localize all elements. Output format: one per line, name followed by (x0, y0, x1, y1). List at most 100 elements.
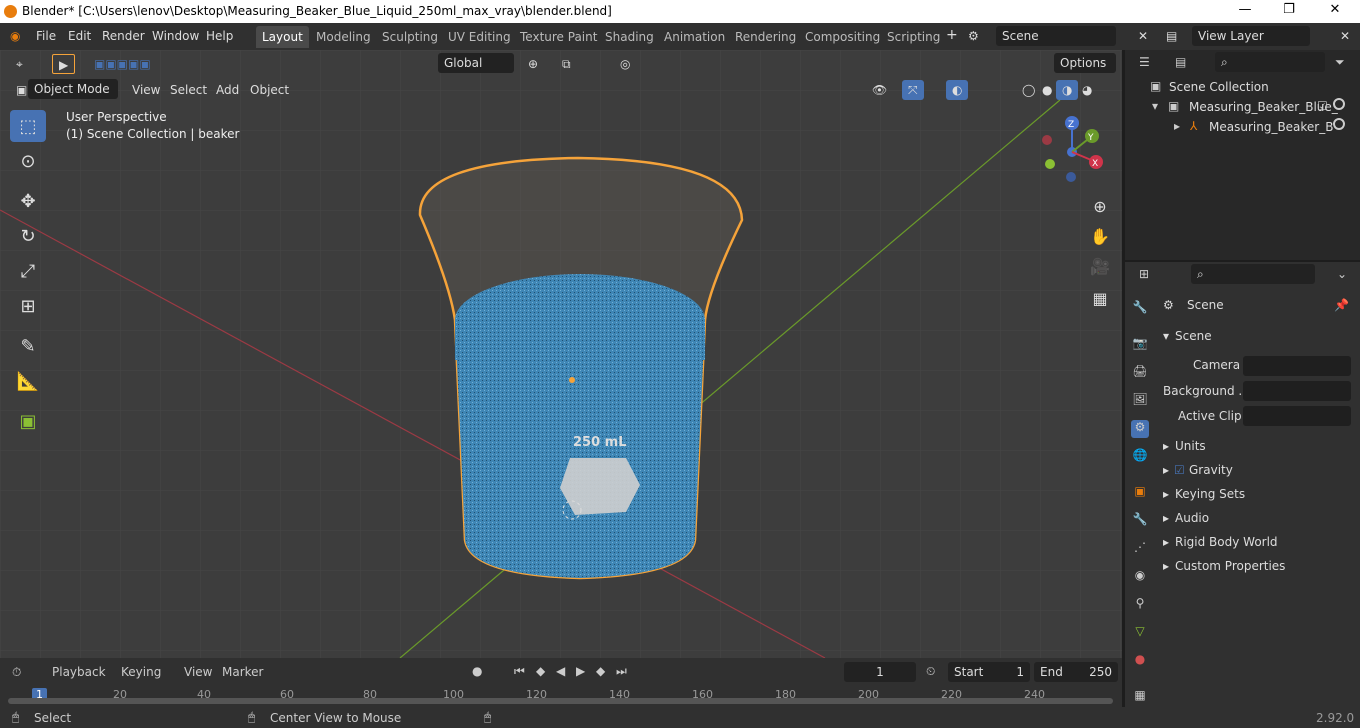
3d-viewport[interactable]: 250 mL Z Y X ⌖ ▶ ▣▣▣▣▣ Global ⊕ ⧉ ◎ Opti… (0, 50, 1122, 658)
custom-expand-icon[interactable]: ▸ (1163, 559, 1169, 573)
camera-view-icon[interactable]: 🎥 (1082, 250, 1118, 282)
tab-world-icon[interactable]: 🌐 (1131, 448, 1149, 466)
properties-search-input[interactable]: ⌕ (1191, 264, 1315, 284)
view-layer-field[interactable]: View Layer (1192, 26, 1310, 46)
section-units[interactable]: Units (1175, 439, 1206, 453)
jump-end-icon[interactable]: ⏭ (616, 664, 627, 679)
visibility-icon[interactable]: 👁 (866, 80, 893, 100)
play-icon[interactable]: ▶ (576, 664, 585, 678)
select-tool-icon[interactable]: ▶ (52, 54, 76, 74)
tool-scale-icon[interactable]: ⤢ (10, 255, 46, 287)
tab-render-icon[interactable]: 📷 (1131, 336, 1149, 354)
outliner-search-input[interactable]: ⌕ (1215, 52, 1325, 72)
scene-icon[interactable]: ⚙ (968, 29, 979, 43)
tool-annotate-icon[interactable]: ✎ (10, 330, 46, 362)
pin-icon[interactable]: 📌 (1334, 298, 1349, 312)
outliner-display-icon[interactable]: ▤ (1175, 55, 1186, 69)
scene-field[interactable]: Scene (996, 26, 1116, 46)
add-workspace-icon[interactable]: + (946, 27, 958, 43)
tool-transform-icon[interactable]: ⊞ (10, 290, 46, 322)
checkbox-icon[interactable]: ☑ (1317, 99, 1328, 113)
tab-material-icon[interactable]: ● (1131, 652, 1149, 670)
outliner-row-beaker-object[interactable]: ▸ ⅄ Measuring_Beaker_B (1130, 116, 1355, 136)
tab-rendering[interactable]: Rendering (729, 26, 802, 48)
menu-help[interactable]: Help (206, 29, 233, 43)
timeline-editor-icon[interactable]: ⏱ (12, 665, 21, 680)
outliner-row-scene-collection[interactable]: ▣ Scene Collection (1130, 76, 1355, 96)
expand-object-icon[interactable]: ▸ (1174, 119, 1180, 133)
section-keying-sets[interactable]: Keying Sets (1175, 487, 1245, 501)
rigidbody-expand-icon[interactable]: ▸ (1163, 535, 1169, 549)
tool-select-box-icon[interactable]: ⬚ (10, 110, 46, 142)
view-layer-icon[interactable]: ▤ (1166, 29, 1177, 43)
tab-modeling[interactable]: Modeling (310, 26, 377, 48)
viewport-menu-view[interactable]: View (126, 80, 166, 100)
timeline-menu-marker[interactable]: Marker (222, 665, 263, 679)
timeline-menu-playback[interactable]: Playback (52, 665, 106, 679)
play-reverse-icon[interactable]: ◀ (556, 664, 565, 678)
timeline-menu-view[interactable]: View (184, 665, 212, 679)
units-expand-icon[interactable]: ▸ (1163, 439, 1169, 453)
section-custom-properties[interactable]: Custom Properties (1175, 559, 1285, 573)
filter-icon[interactable]: ⏷ (1335, 55, 1345, 70)
tab-modifier-icon[interactable]: 🔧 (1131, 512, 1149, 530)
background-field[interactable] (1243, 381, 1351, 401)
tab-compositing[interactable]: Compositing (799, 26, 886, 48)
tab-animation[interactable]: Animation (658, 26, 731, 48)
jump-start-icon[interactable]: ⏮ (514, 664, 525, 679)
gizmo-toggle-icon[interactable]: ⤧ (902, 80, 924, 100)
tab-layout[interactable]: Layout (256, 26, 309, 48)
end-frame-field[interactable]: End 250 (1034, 662, 1118, 682)
tab-view-layer-icon[interactable]: 🖼 (1131, 392, 1149, 410)
outliner-editor-icon[interactable]: ☰ (1139, 55, 1150, 69)
menu-window[interactable]: Window (152, 29, 199, 43)
viewport-menu-select[interactable]: Select (164, 80, 213, 100)
pan-hand-icon[interactable]: ✋ (1082, 220, 1118, 252)
overlay-toggle-icon[interactable]: ◐ (946, 80, 969, 100)
ortho-grid-icon[interactable]: ▦ (1082, 282, 1118, 314)
tab-texture-paint[interactable]: Texture Paint (514, 26, 603, 48)
tab-constraints-icon[interactable]: ⚲ (1131, 596, 1149, 614)
active-clip-field[interactable] (1243, 406, 1351, 426)
tab-tool-icon[interactable]: 🔧 (1131, 300, 1149, 318)
scene-panel-expand-icon[interactable]: ▾ (1163, 329, 1169, 343)
keying-expand-icon[interactable]: ▸ (1163, 487, 1169, 501)
snap-icon[interactable]: ⧉ (556, 54, 577, 74)
viewport-menu-object[interactable]: Object (244, 80, 295, 100)
view-layer-remove-icon[interactable]: ✕ (1340, 29, 1350, 43)
select-mode-icons[interactable]: ▣▣▣▣▣ (88, 54, 157, 74)
viewport-menu-add[interactable]: Add (210, 80, 245, 100)
tab-sculpting[interactable]: Sculpting (376, 26, 444, 48)
section-gravity[interactable]: Gravity (1189, 463, 1233, 477)
gravity-checkbox-icon[interactable]: ☑ (1174, 463, 1185, 477)
transform-orientation-dropdown[interactable]: Global (438, 53, 514, 73)
properties-editor-icon[interactable]: ⊞ (1139, 267, 1149, 281)
tool-add-cube-icon[interactable]: ▣ (10, 405, 46, 437)
camera-field[interactable] (1243, 356, 1351, 376)
prev-keyframe-icon[interactable]: ◆ (536, 664, 545, 678)
tab-output-icon[interactable]: 🖨 (1131, 364, 1149, 382)
tab-texture-icon[interactable]: ▦ (1131, 688, 1149, 706)
section-rigid-body-world[interactable]: Rigid Body World (1175, 535, 1278, 549)
editor-type-icon[interactable]: ⌖ (10, 54, 29, 74)
section-audio[interactable]: Audio (1175, 511, 1209, 525)
tool-measure-icon[interactable]: 📐 (10, 365, 46, 397)
pivot-point-icon[interactable]: ⊕ (522, 54, 544, 74)
options-dropdown[interactable]: Options (1054, 53, 1116, 73)
next-keyframe-icon[interactable]: ◆ (596, 664, 605, 678)
audio-expand-icon[interactable]: ▸ (1163, 511, 1169, 525)
proportional-edit-icon[interactable]: ◎ (614, 54, 636, 74)
outliner-row-beaker-collection[interactable]: ▾ ▣ Measuring_Beaker_Blue_ ☑ (1130, 96, 1355, 116)
tab-scene-icon[interactable]: ⚙ (1131, 420, 1149, 438)
timeline-menu-keying[interactable]: Keying (121, 665, 161, 679)
tab-particles-icon[interactable]: ⋰ (1131, 540, 1149, 558)
visibility-eye-icon[interactable] (1333, 118, 1345, 130)
minimize-button[interactable]: — (1230, 2, 1260, 20)
tool-move-icon[interactable]: ✥ (10, 185, 46, 217)
menu-edit[interactable]: Edit (68, 29, 91, 43)
tool-rotate-icon[interactable]: ↻ (10, 220, 46, 252)
tab-object-icon[interactable]: ▣ (1131, 484, 1149, 502)
tool-cursor-icon[interactable]: ⊙ (10, 145, 46, 177)
tab-shading[interactable]: Shading (599, 26, 660, 48)
preview-range-icon[interactable]: ⏲ (926, 664, 935, 679)
